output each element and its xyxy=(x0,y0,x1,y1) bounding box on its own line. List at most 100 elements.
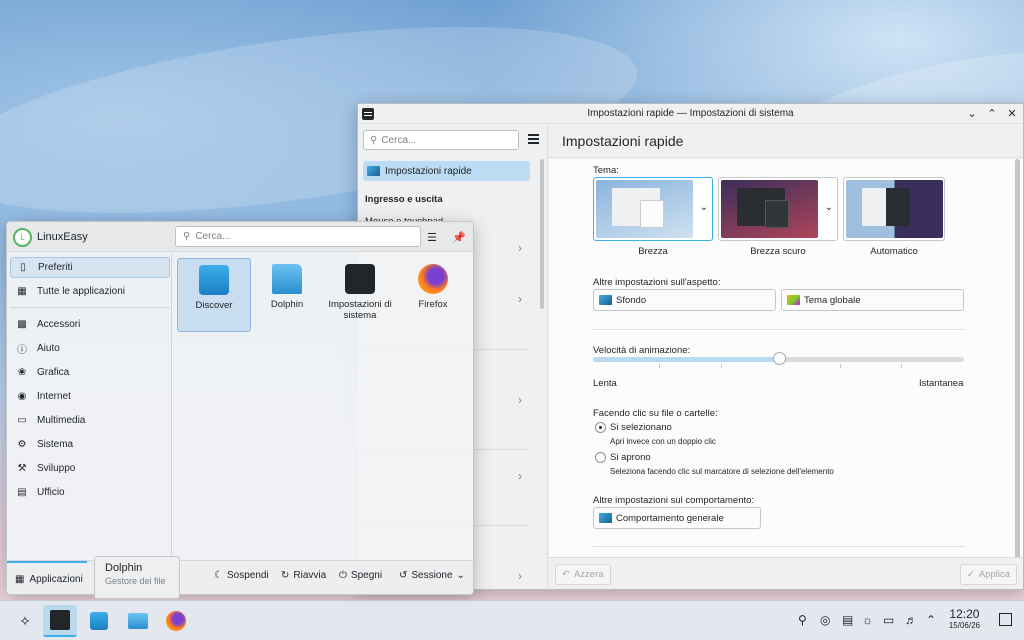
suspend-button[interactable]: ☾ Sospendi xyxy=(214,570,269,581)
sidebar-section-input-output: Ingresso e uscita xyxy=(365,194,443,205)
theme-card-automatic[interactable] xyxy=(843,177,945,241)
taskbar: ✧ ⚲ ◎ ▤ ☼ ▭ ♬ ⌃ 12:20 15/06/26 xyxy=(0,600,1024,640)
palette-icon: ❀ xyxy=(17,367,27,378)
folder-icon xyxy=(128,613,148,629)
clock[interactable]: 12:20 15/06/26 xyxy=(949,607,980,630)
info-icon: ⓘ xyxy=(17,345,27,356)
category-multimedia[interactable]: ▭ Multimedia xyxy=(10,410,170,431)
minimize-icon[interactable]: ⌄ xyxy=(965,106,979,120)
system-settings-icon xyxy=(345,264,375,294)
session-button[interactable]: ↺ Sessione ⌄ xyxy=(399,570,465,581)
application-launcher-button[interactable]: ✧ xyxy=(8,605,42,637)
chevron-up-icon[interactable]: ⌃ xyxy=(926,613,936,627)
checkmark-icon: ✓ xyxy=(966,569,975,580)
clock-date: 15/06/26 xyxy=(948,621,980,630)
configure-icon[interactable]: ☰ xyxy=(427,231,437,244)
wrench-icon: ⚒ xyxy=(17,463,27,474)
app-label: Discover xyxy=(195,300,233,311)
app-discover[interactable]: Discover xyxy=(177,258,251,332)
apply-button[interactable]: ✓ Applica xyxy=(959,564,1017,585)
vault-icon[interactable]: ◎ xyxy=(820,613,830,627)
taskbar-discover[interactable] xyxy=(82,605,116,637)
monitor-icon: ▭ xyxy=(17,415,27,426)
category-all-applications[interactable]: ▦ Tutte le applicazioni xyxy=(10,281,170,302)
restart-button[interactable]: ↻ Riavvia xyxy=(281,570,326,581)
chevron-down-icon[interactable]: ⌄ xyxy=(825,202,833,213)
category-system[interactable]: ⚙ Sistema xyxy=(10,434,170,455)
hamburger-menu-icon[interactable] xyxy=(528,134,539,144)
radio-open[interactable] xyxy=(595,452,606,463)
tab-applications[interactable]: ▦ Applicazioni xyxy=(7,561,87,594)
category-label: Sviluppo xyxy=(37,463,76,474)
category-internet[interactable]: ◉ Internet xyxy=(10,386,170,407)
session-label: Sessione xyxy=(411,570,453,581)
content-scrollbar[interactable] xyxy=(1015,159,1020,561)
breeze-dark-preview xyxy=(721,180,818,238)
chevron-down-icon: ⌄ xyxy=(456,570,465,581)
search-icon: ⚲ xyxy=(183,231,191,242)
settings-content: Tema: ⌄ ⌄ Brezza Brezza scuro Automatico… xyxy=(549,159,1023,561)
show-desktop-icon[interactable] xyxy=(999,613,1012,626)
click-behavior-label: Facendo clic su file o cartelle: xyxy=(593,408,718,419)
radio-select-label: Si selezionano xyxy=(610,422,672,433)
sidebar-search-input[interactable]: ⚲ Cerca... xyxy=(363,130,519,150)
chevron-right-icon[interactable]: › xyxy=(518,292,522,306)
shutdown-button[interactable]: ⏻ Spegni xyxy=(339,570,382,581)
accessories-icon: ▩ xyxy=(17,319,27,330)
global-theme-button[interactable]: Tema globale xyxy=(781,289,964,311)
network-icon[interactable]: ⚲ xyxy=(798,613,807,627)
volume-icon[interactable]: ♬ xyxy=(905,613,917,627)
pin-icon[interactable]: 📌 xyxy=(452,231,466,244)
behavior-label: Altre impostazioni sul comportamento: xyxy=(593,495,755,506)
search-icon: ⚲ xyxy=(370,134,378,146)
display-icon[interactable]: ▭ xyxy=(883,613,894,627)
taskbar-firefox[interactable] xyxy=(159,605,193,637)
radio-select[interactable] xyxy=(595,422,606,433)
app-system-settings[interactable]: Impostazioni di sistema xyxy=(323,258,397,332)
category-accessories[interactable]: ▩ Accessori xyxy=(10,314,170,335)
animation-min-label: Lenta xyxy=(593,378,617,389)
theme-card-breeze[interactable]: ⌄ xyxy=(593,177,713,241)
category-office[interactable]: ▤ Ufficio xyxy=(10,482,170,503)
wallpaper-button[interactable]: Sfondo xyxy=(593,289,776,311)
chevron-down-icon[interactable]: ⌄ xyxy=(700,202,708,213)
theme-name-breeze-dark: Brezza scuro xyxy=(750,246,806,257)
chevron-right-icon[interactable]: › xyxy=(518,393,522,407)
maximize-icon[interactable]: ⌃ xyxy=(985,106,999,120)
category-label: Accessori xyxy=(37,319,81,330)
radio-open-description: Seleziona facendo clic sul marcatore di … xyxy=(610,467,834,476)
window-titlebar[interactable]: Impostazioni rapide — Impostazioni di si… xyxy=(358,104,1023,124)
avatar[interactable]: L xyxy=(13,228,32,247)
document-icon: ▤ xyxy=(17,487,27,498)
automatic-preview xyxy=(846,180,943,238)
category-help[interactable]: ⓘ Aiuto xyxy=(10,338,170,359)
category-development[interactable]: ⚒ Sviluppo xyxy=(10,458,170,479)
sidebar-item-quick-settings[interactable]: Impostazioni rapide xyxy=(363,161,530,181)
category-label: Tutte le applicazioni xyxy=(37,286,126,297)
global-theme-icon xyxy=(787,295,800,305)
theme-label: Tema: xyxy=(593,165,619,176)
theme-card-breeze-dark[interactable]: ⌄ xyxy=(718,177,838,241)
launcher-search-input[interactable]: ⚲ Cerca... xyxy=(175,226,421,247)
category-favorites[interactable]: ▯ Preferiti xyxy=(10,257,170,278)
power-icon: ⏻ xyxy=(339,570,347,581)
chevron-right-icon[interactable]: › xyxy=(518,469,522,483)
radio-open-label: Si aprono xyxy=(610,452,651,463)
discover-icon xyxy=(90,612,108,630)
app-firefox[interactable]: Firefox xyxy=(396,258,470,332)
taskbar-system-settings[interactable] xyxy=(43,605,77,637)
sidebar-scrollbar[interactable] xyxy=(540,159,544,309)
reset-button[interactable]: ↶ Azzera xyxy=(555,564,611,585)
global-theme-button-label: Tema globale xyxy=(804,294,861,306)
general-behavior-button[interactable]: Comportamento generale xyxy=(593,507,761,529)
app-dolphin[interactable]: Dolphin xyxy=(250,258,324,332)
chevron-right-icon[interactable]: › xyxy=(518,241,522,255)
category-graphics[interactable]: ❀ Grafica xyxy=(10,362,170,383)
taskbar-dolphin[interactable] xyxy=(121,605,155,637)
close-icon[interactable]: ✕ xyxy=(1005,106,1019,120)
clipboard-icon[interactable]: ▤ xyxy=(842,613,853,627)
grid-icon: ▦ xyxy=(15,573,25,585)
chevron-right-icon[interactable]: › xyxy=(518,569,522,583)
brightness-icon[interactable]: ☼ xyxy=(862,613,873,627)
general-behavior-icon xyxy=(599,513,612,523)
